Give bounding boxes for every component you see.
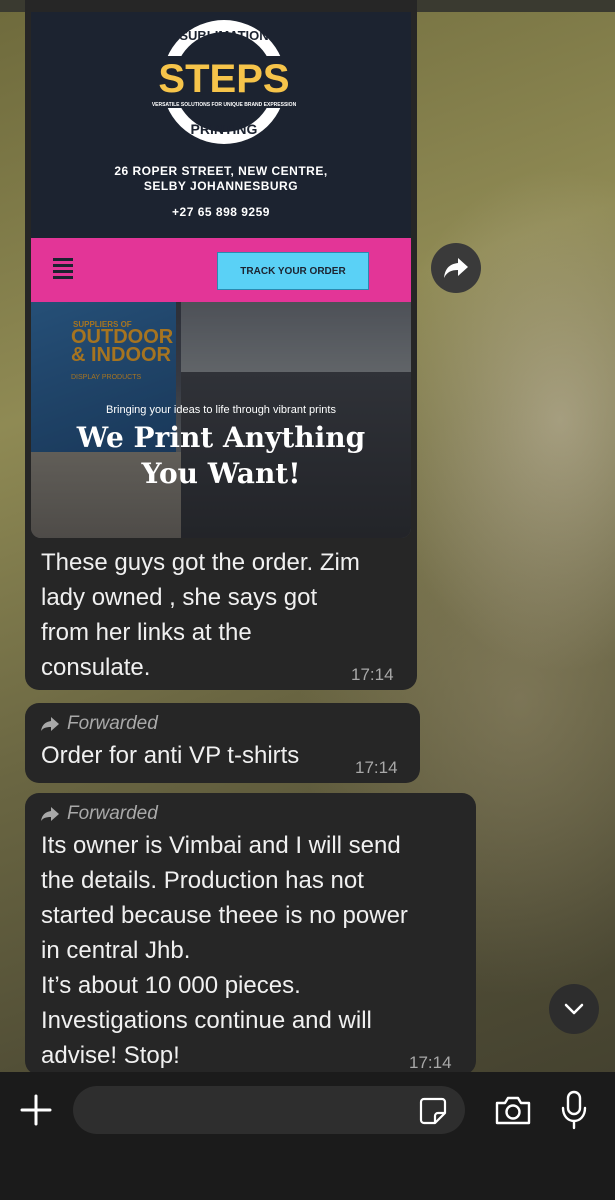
address-line-2: SELBY JOHANNESBURG: [143, 179, 299, 193]
steps-logo: SUBLIMATION STEPS VERSATILE SOLUTIONS FO…: [149, 20, 299, 144]
forwarded-arrow-icon: [41, 717, 59, 731]
plus-icon[interactable]: [18, 1092, 54, 1128]
message-bubble-forwarded[interactable]: Forwarded Its owner is Vimbai and I will…: [25, 793, 476, 1075]
sticker-icon[interactable]: [418, 1096, 448, 1126]
microphone-icon[interactable]: [560, 1090, 588, 1130]
logo-main-text: STEPS: [158, 57, 289, 101]
address-line-1: 26 ROPER STREET, NEW CENTRE,: [114, 164, 328, 178]
logo-top-text: SUBLIMATION: [179, 28, 268, 43]
forwarded-label: Forwarded: [41, 713, 158, 735]
message-time: 17:14: [355, 758, 398, 777]
chevron-down-icon: [564, 1003, 584, 1015]
message-input[interactable]: [73, 1086, 465, 1134]
forwarded-label: Forwarded: [41, 803, 158, 825]
share-forward-icon: [444, 258, 468, 278]
share-button[interactable]: [431, 243, 481, 293]
logo-tagline: VERSATILE SOLUTIONS FOR UNIQUE BRAND EXP…: [152, 102, 297, 108]
message-time: 17:14: [351, 665, 394, 684]
logo-bottom-text: PRINTING: [191, 121, 258, 137]
phone-number: +27 65 898 9259: [172, 205, 270, 219]
ad-headline: We Print Anything You Want!: [76, 421, 366, 490]
hamburger-menu-icon: [53, 258, 73, 282]
message-text: Its owner is Vimbai and I will send the …: [41, 832, 408, 1069]
message-text: These guys got the order. Zim lady owned…: [41, 549, 360, 681]
ad-image-header: SUBLIMATION STEPS VERSATILE SOLUTIONS FO…: [31, 12, 411, 238]
message-text: Order for anti VP t-shirts: [41, 742, 300, 769]
message-bubble-forwarded[interactable]: Forwarded Order for anti VP t-shirts 17:…: [25, 703, 420, 783]
scroll-down-button[interactable]: [549, 984, 599, 1034]
composer-bar: [0, 1072, 615, 1200]
ad-nav-bar: TRACK YOUR ORDER: [31, 238, 411, 302]
track-order-button: TRACK YOUR ORDER: [217, 252, 369, 290]
forwarded-arrow-icon: [41, 807, 59, 821]
ad-hero-photo: SUPPLIERS OF OUTDOOR & INDOOR DISPLAY PRO…: [31, 302, 411, 538]
message-time: 17:14: [409, 1053, 452, 1072]
camera-icon[interactable]: [494, 1094, 532, 1126]
message-bubble-image[interactable]: SUBLIMATION STEPS VERSATILE SOLUTIONS FO…: [25, 0, 417, 690]
ad-tagline: Bringing your ideas to life through vibr…: [106, 404, 336, 416]
